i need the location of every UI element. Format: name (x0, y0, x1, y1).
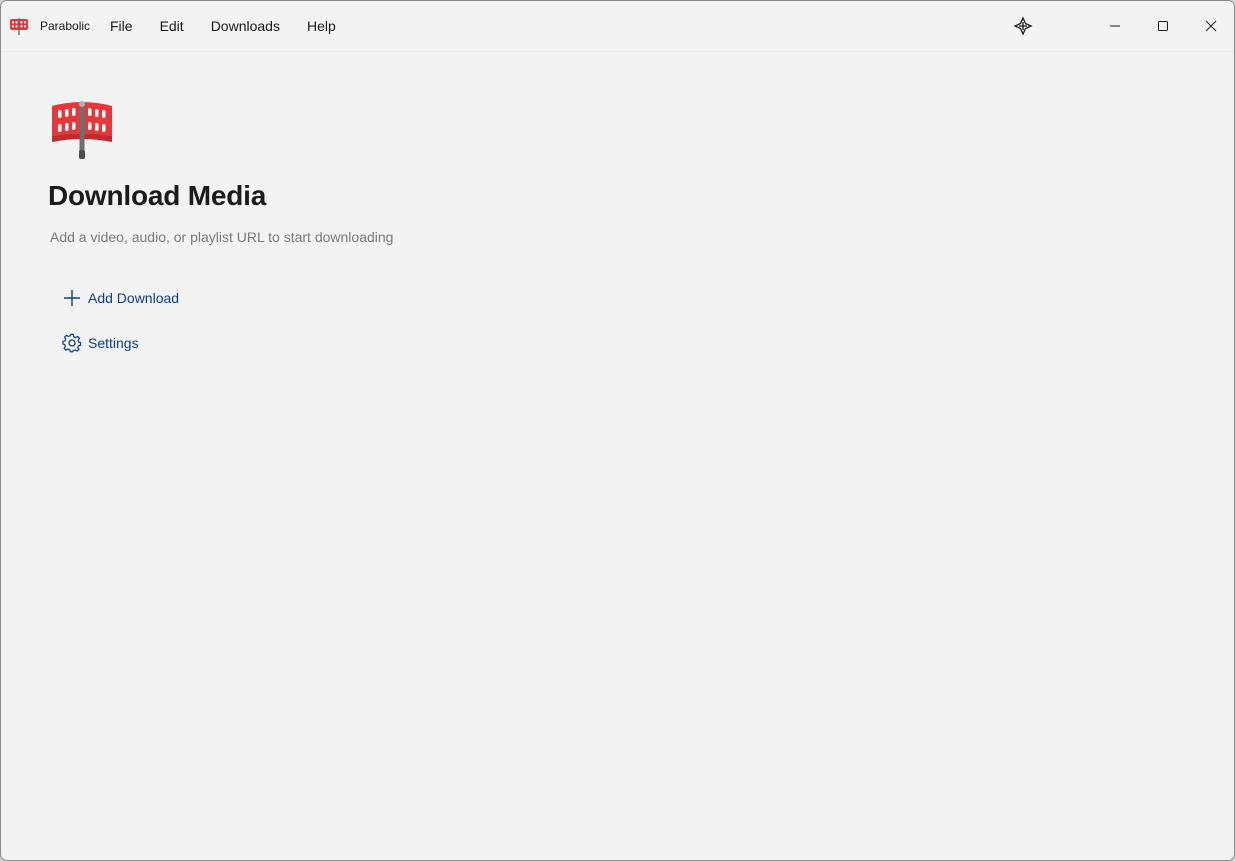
move-icon (1013, 16, 1033, 36)
main-content: Download Media Add a video, audio, or pl… (1, 52, 1234, 860)
parabolic-hero-icon (52, 101, 112, 159)
parabolic-logo-icon (10, 18, 28, 35)
settings-label: Settings (88, 335, 139, 351)
page-subtitle: Add a video, audio, or playlist URL to s… (50, 229, 394, 245)
menu-downloads[interactable]: Downloads (198, 12, 293, 40)
maximize-icon (1158, 21, 1168, 31)
plus-icon (62, 288, 82, 308)
add-download-label: Add Download (88, 290, 180, 306)
add-download-button[interactable]: Add Download (56, 281, 185, 315)
settings-button[interactable]: Settings (56, 326, 145, 360)
close-icon (1205, 20, 1217, 32)
close-button[interactable] (1188, 1, 1234, 51)
move-button[interactable] (1000, 1, 1046, 51)
menu-edit[interactable]: Edit (147, 12, 197, 40)
maximize-button[interactable] (1140, 1, 1186, 51)
gear-icon (62, 333, 82, 353)
page-title: Download Media (48, 180, 267, 211)
menu-help[interactable]: Help (294, 12, 349, 40)
app-name: Parabolic (40, 19, 91, 33)
minimize-icon (1110, 25, 1120, 27)
app-window: Parabolic File Edit Downloads Help Downl… (0, 0, 1235, 861)
menu-file[interactable]: File (97, 12, 146, 40)
title-bar[interactable]: Parabolic File Edit Downloads Help (1, 1, 1234, 52)
minimize-button[interactable] (1092, 1, 1138, 51)
menu-bar: File Edit Downloads Help (97, 1, 350, 51)
